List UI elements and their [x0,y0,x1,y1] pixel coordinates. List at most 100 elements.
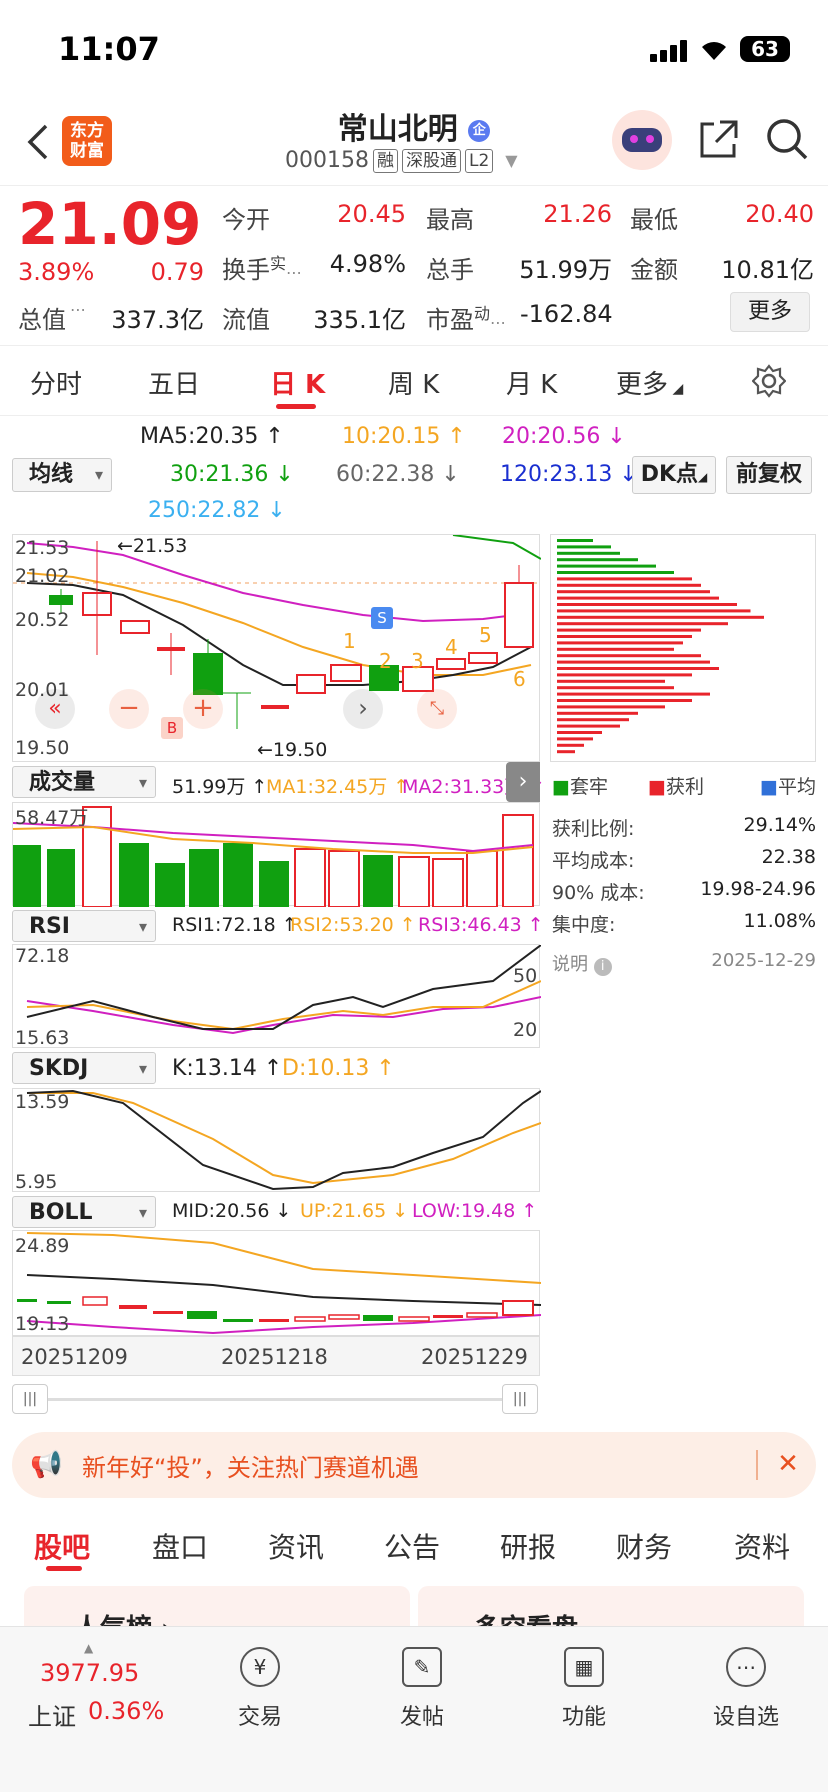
expand-arrow-icon[interactable]: › [506,762,540,802]
skdj-top-label: 13.59 [15,1091,70,1113]
chip-bar [557,596,719,600]
chip-bar [557,564,656,568]
content-tabs: 股吧 盘口 资讯 公告 研报 财务 资料 [0,1510,828,1576]
skdj-d-value: D:10.13 ↑ [282,1056,395,1081]
connect-tag: 深股通 [401,148,461,173]
pe-label: 市盈动⋯ [426,304,507,334]
tab-monthly-k[interactable]: 月 K [506,364,557,401]
fullscreen-icon[interactable]: ⤡ [417,689,457,729]
kline-y-label: 20.52 [15,609,70,631]
edit-icon: ✎ [402,1647,442,1687]
indicator-selector-volume[interactable]: 成交量 [12,766,156,799]
sequence-marker: 2 [379,649,392,673]
tab-intraday[interactable]: 分时 [30,364,82,401]
chip-bar [557,551,620,555]
add-watchlist-button[interactable]: ⋯ 设自选 [696,1647,796,1731]
ma30-line [452,535,541,560]
date-label: 20251229 [421,1345,528,1369]
zoom-in-icon[interactable]: + [183,689,223,729]
index-percent: 0.36% [88,1697,165,1725]
low-label: 最低 [630,206,678,234]
sequence-marker: 3 [411,649,424,673]
indicator-selector-ma[interactable]: 均线 [12,458,112,492]
quote-panel: 21.09 3.89% 0.79 总值 ⋯ 337.3亿 今开 20.45 最高 … [0,186,828,346]
yen-icon: ¥ [240,1647,280,1687]
rsi3-value: RSI3:46.43 ↑ [418,914,544,936]
rsi-chart: 72.18 15.63 50 20 [12,944,541,1049]
info-icon[interactable]: ⋯ [70,300,86,319]
volume-value: 51.99万 ↑ [172,776,268,798]
tab-weekly-k[interactable]: 周 K [388,364,439,401]
step-right-icon[interactable]: › [343,689,383,729]
dk-point-button[interactable]: DK点◢ [632,456,716,494]
change-amount: 0.79 [150,258,204,286]
adjust-button[interactable]: 前复权 [726,456,812,494]
range-slider[interactable]: ||| ||| [12,1384,540,1414]
chip-bar [557,558,638,562]
indicator-selector-rsi[interactable]: RSI [12,910,156,943]
change-percent: 3.89% [18,258,95,286]
turnover-value: 4.98% [329,250,406,278]
kline-chart[interactable]: 21.53 21.02 20.52 20.01 19.50 ←21.53 ←19… [12,534,541,762]
tab-more[interactable]: 更多 ◢ [616,364,683,401]
zoom-out-icon[interactable]: − [109,689,149,729]
ma250-label: 250:22.82 ↓ [148,498,286,523]
sell-signal-badge[interactable]: S [371,607,393,629]
tab-financials[interactable]: 财务 [616,1526,672,1566]
chip-bar [557,686,674,690]
search-icon[interactable] [764,116,810,162]
tab-profile[interactable]: 资料 [734,1526,790,1566]
status-bar: 11:07 63 [0,0,828,100]
date-label: 20251209 [21,1345,128,1369]
grid-icon: ▦ [564,1647,604,1687]
market-cap-label: 总值 ⋯ [18,300,86,334]
period-tabs: 分时 五日 日 K 周 K 月 K 更多 ◢ [0,346,828,416]
indicator-selector-skdj[interactable]: SKDJ [12,1052,156,1085]
indicator-selector-boll[interactable]: BOLL [12,1196,156,1229]
chip-bar [557,679,665,683]
chip-stat-value: 19.98-24.96 [700,878,816,900]
range-slider-left-handle[interactable]: ||| [12,1384,48,1414]
kline-y-label: 21.53 [15,537,70,559]
tab-forum[interactable]: 股吧 [34,1526,90,1566]
sequence-marker: 5 [479,623,492,647]
tab-orderbook[interactable]: 盘口 [152,1526,208,1566]
tab-news[interactable]: 资讯 [268,1526,324,1566]
market-cap-value: 337.3亿 [111,306,204,334]
low-marker: ←19.50 [257,739,328,761]
index-name: 上证 [28,1703,76,1731]
chip-stat-value: 29.14% [743,814,816,836]
chip-bar [557,628,701,632]
tab-announcements[interactable]: 公告 [384,1526,440,1566]
amount-value: 10.81亿 [721,256,814,284]
high-marker: ←21.53 [117,535,188,557]
more-dots-icon: ⋯ [726,1647,766,1687]
scroll-left-icon[interactable]: « [35,689,75,729]
robot-assistant-icon[interactable] [612,110,672,170]
tab-daily-k[interactable]: 日 K [270,364,325,401]
range-slider-right-handle[interactable]: ||| [502,1384,538,1414]
wifi-icon [702,42,726,60]
chip-bar [557,673,692,677]
close-icon[interactable]: ✕ [772,1444,804,1484]
promo-banner[interactable]: 📢 新年好“投”，关注热门赛道机遇 ✕ [12,1432,816,1498]
volume-max-label: 58.47万 [15,807,89,829]
volume-ma1: MA1:32.45万 ↑ [266,776,410,798]
ma60-label: 60:22.38 ↓ [336,462,460,487]
share-icon[interactable] [696,118,740,162]
chip-distribution-chart [550,534,816,762]
index-widget[interactable]: ▲ 3977.95 上证 0.36% [20,1641,180,1731]
buy-signal-badge[interactable]: B [161,717,183,739]
functions-button[interactable]: ▦ 功能 [534,1647,634,1731]
high-value: 21.26 [543,200,612,228]
chip-note-button[interactable]: 说明 i [552,950,612,976]
tab-five-day[interactable]: 五日 [148,364,200,401]
chip-bar [557,711,638,715]
tab-research[interactable]: 研报 [500,1526,556,1566]
stock-code-row[interactable]: 000158 融 深股通 L2 ▼ [285,148,518,173]
settings-gear-icon[interactable] [752,364,786,398]
more-button[interactable]: 更多 [730,292,810,332]
chip-legend-average: ■平均 [760,776,816,798]
trade-button[interactable]: ¥ 交易 [210,1647,310,1731]
post-button[interactable]: ✎ 发帖 [372,1647,472,1731]
